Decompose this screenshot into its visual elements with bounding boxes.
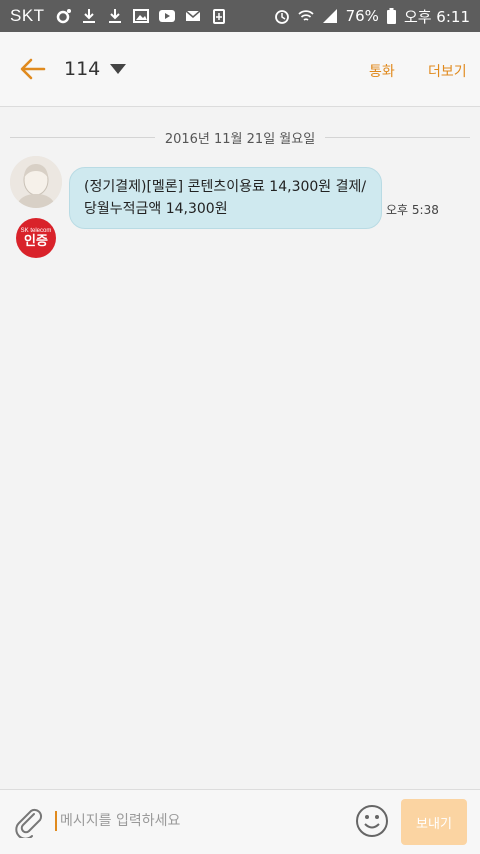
battery-icon [386, 8, 396, 24]
emoji-icon[interactable] [355, 804, 389, 838]
text-cursor [55, 811, 57, 831]
message-time: 오후 5:38 [386, 203, 439, 217]
carrier-label: SKT [10, 6, 45, 25]
circle-icon [56, 9, 71, 24]
clock: 오후 6:11 [403, 7, 470, 26]
wifi-icon [297, 10, 314, 21]
mail-icon [185, 10, 201, 21]
default-profile-icon [10, 156, 62, 208]
divider-line [10, 136, 155, 138]
paperclip-icon[interactable] [14, 806, 44, 838]
conversation-header: 114 통화 더보기 [0, 32, 480, 107]
status-bar: SKT 76% 오후 6:11 [0, 0, 480, 32]
battery-saver-icon [212, 9, 225, 24]
contact-name: 114 [64, 58, 101, 80]
dropdown-caret-icon [110, 64, 127, 74]
avatar[interactable] [10, 156, 62, 208]
call-button[interactable]: 통화 [369, 61, 395, 81]
message-input-wrapper[interactable] [55, 808, 345, 834]
date-label: 2016년 11월 21일 월요일 [164, 131, 316, 147]
back-arrow-icon[interactable] [18, 54, 48, 84]
signal-icon [322, 9, 337, 23]
battery-percent: 76% [345, 7, 379, 25]
download-icon [82, 9, 95, 23]
message-composer: 보내기 [0, 789, 480, 854]
image-icon [132, 9, 149, 23]
message-bubble[interactable]: (정기결제)[멜론] 콘텐츠이용료 14,300원 결제/ 당월누적금액 14,… [69, 167, 382, 229]
contact-selector[interactable]: 114 [64, 58, 127, 80]
alarm-icon [274, 10, 289, 24]
message-input[interactable] [60, 813, 330, 829]
message-text: (정기결제)[멜론] 콘텐츠이용료 14,300원 결제/ 당월누적금액 14,… [84, 179, 367, 217]
send-button[interactable]: 보내기 [401, 799, 467, 845]
sk-telecom-verified-badge: SK telecom 인증 [16, 218, 56, 258]
youtube-icon [158, 10, 175, 22]
date-divider: 2016년 11월 21일 월요일 [10, 127, 471, 147]
divider-line [325, 136, 471, 138]
download-icon [108, 9, 121, 23]
more-button[interactable]: 더보기 [428, 61, 467, 81]
